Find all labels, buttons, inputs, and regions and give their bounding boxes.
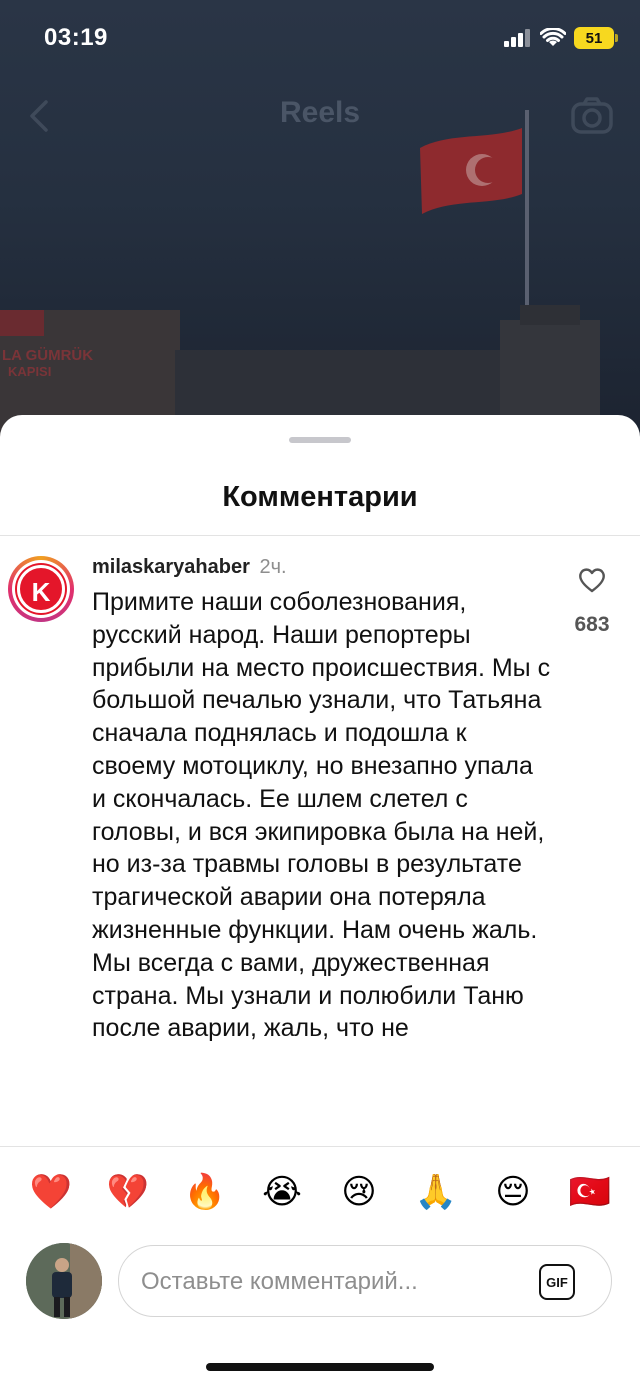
gif-button[interactable]: GIF — [539, 1264, 575, 1300]
comment-text: Примите наши соболезнования, русский нар… — [92, 588, 551, 1043]
divider — [0, 1146, 640, 1147]
battery-level: 51 — [585, 29, 603, 47]
reaction-crying[interactable]: 😢 — [334, 1167, 384, 1217]
page-title: Reels — [279, 96, 361, 129]
reaction-broken-heart[interactable]: 💔 — [103, 1167, 153, 1217]
comment-input-box[interactable]: GIF — [118, 1245, 612, 1318]
avatar-letter: K — [31, 577, 51, 607]
reaction-fire[interactable]: 🔥 — [180, 1167, 230, 1217]
reaction-red-heart[interactable]: ❤️ — [26, 1167, 76, 1217]
signal-icon — [504, 29, 530, 47]
svg-text:LA GÜMRÜK: LA GÜMRÜK — [2, 347, 93, 364]
commenter-avatar[interactable]: K — [8, 556, 74, 622]
reel-background: LA GÜMRÜK KAPISI 03:19 51 Reels — [0, 0, 640, 440]
status-time: 03:19 — [44, 24, 108, 51]
heart-icon[interactable] — [577, 566, 607, 594]
avatar-inner: K — [12, 560, 70, 618]
reaction-pensive[interactable]: 😔 — [488, 1167, 538, 1217]
avatar-logo: K — [17, 565, 65, 613]
reaction-folded-hands[interactable]: 🙏 — [411, 1167, 461, 1217]
comment-header: milaskaryahaber 2ч. — [92, 556, 287, 579]
battery-indicator: 51 — [574, 27, 618, 49]
wifi-icon — [540, 28, 566, 46]
comment-item: K milaskaryahaber 2ч. Примите наши собол… — [0, 536, 640, 1146]
comment-username[interactable]: milaskaryahaber — [92, 556, 250, 578]
svg-text:KAPISI: KAPISI — [8, 364, 51, 379]
sheet-grabber[interactable] — [289, 437, 351, 443]
reaction-loudly-crying[interactable]: 😭 — [257, 1167, 307, 1217]
user-avatar[interactable] — [26, 1243, 102, 1319]
flag-image — [420, 110, 529, 320]
comment-time: 2ч. — [259, 556, 287, 578]
comment-input[interactable] — [139, 1246, 533, 1318]
status-icons: 51 — [504, 24, 618, 52]
quick-reactions-bar: ❤️ 💔 🔥 😭 😢 🙏 😔 🇹🇷 — [0, 1167, 640, 1217]
reaction-turkey-flag[interactable]: 🇹🇷 — [565, 1167, 615, 1217]
sheet-title: Комментарии — [222, 481, 418, 513]
like-count: 683 — [574, 613, 610, 636]
comments-sheet: Комментарии K milaskaryahaber 2ч. Примит… — [0, 415, 640, 1387]
home-indicator — [206, 1363, 434, 1371]
camera-icon[interactable] — [570, 96, 614, 136]
user-photo — [26, 1243, 102, 1319]
